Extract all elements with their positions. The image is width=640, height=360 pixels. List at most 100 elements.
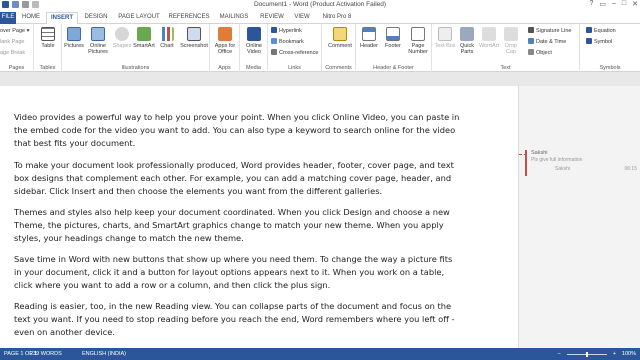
- text-line: click where you want to add a row or a c…: [14, 280, 331, 291]
- online-pictures-icon: [91, 27, 105, 41]
- page-number-button[interactable]: Page Number: [406, 27, 430, 55]
- tab-view[interactable]: VIEW: [290, 12, 314, 24]
- comment-card[interactable]: Sakshi Pls give full information Sakshi …: [525, 150, 637, 176]
- text-line: sidebar. Click Insert and then choose th…: [14, 186, 383, 197]
- group-label-tables: Tables: [39, 65, 56, 71]
- group-text: Text Box Quick Parts WordArt Drop Cap Si…: [432, 24, 580, 72]
- zoom-level[interactable]: 100%: [622, 348, 636, 360]
- online-video-button[interactable]: Online Video: [243, 27, 265, 55]
- text-box-icon: [438, 27, 452, 41]
- group-header-footer: Header Footer Page Number Header & Foote…: [356, 24, 432, 72]
- group-apps: Apps for Office Apps: [210, 24, 240, 72]
- tab-review[interactable]: REVIEW: [256, 12, 288, 24]
- zoom-slider[interactable]: [566, 351, 607, 357]
- text-line: box designs that complement each other. …: [14, 173, 452, 184]
- help-button[interactable]: ?: [589, 0, 593, 8]
- language-indicator[interactable]: ENGLISH (INDIA): [82, 348, 126, 360]
- date-time-button[interactable]: Date & Time: [528, 38, 566, 46]
- symbol-icon: [586, 38, 592, 44]
- paragraph-3[interactable]: Themes and styles also help keep your do…: [14, 206, 512, 245]
- tab-page-layout[interactable]: PAGE LAYOUT: [114, 12, 164, 24]
- quick-parts-button[interactable]: Quick Parts: [456, 27, 478, 55]
- page-break-button[interactable]: age Break: [0, 49, 25, 57]
- apps-for-office-button[interactable]: Apps for Office: [214, 27, 236, 55]
- tab-home[interactable]: HOME: [18, 12, 44, 24]
- wordart-button[interactable]: WordArt: [478, 27, 500, 49]
- tab-design[interactable]: DESIGN: [80, 12, 112, 24]
- chart-icon: [160, 27, 174, 41]
- tab-file[interactable]: FILE: [0, 12, 16, 24]
- hyperlink-button[interactable]: Hyperlink: [271, 27, 302, 35]
- bookmark-label: Bookmark: [279, 39, 304, 45]
- paragraph-1[interactable]: Video provides a powerful way to help yo…: [14, 111, 512, 150]
- paragraph-2[interactable]: To make your document look professionall…: [14, 159, 512, 198]
- table-button[interactable]: Table: [37, 27, 59, 49]
- group-illustrations: Pictures Online Pictures Shapes SmartArt…: [62, 24, 210, 72]
- cover-page-button[interactable]: over Page ▾: [0, 27, 29, 35]
- close-button[interactable]: ✕: [632, 0, 638, 8]
- text-line: Save time in Word with new buttons that …: [14, 254, 453, 264]
- object-button[interactable]: Object: [528, 49, 552, 57]
- header-icon: [362, 27, 376, 41]
- tab-references[interactable]: REFERENCES: [166, 12, 212, 24]
- bookmark-icon: [271, 38, 277, 44]
- date-time-icon: [528, 38, 534, 44]
- window-title: Document1 - Word (Product Activation Fai…: [253, 1, 387, 8]
- group-label-apps: Apps: [218, 65, 231, 71]
- tab-insert[interactable]: INSERT: [46, 12, 78, 24]
- footer-button[interactable]: Footer: [382, 27, 404, 49]
- pictures-button[interactable]: Pictures: [63, 27, 85, 49]
- group-links: Hyperlink Bookmark Cross-reference Links: [268, 24, 322, 72]
- new-comment-button[interactable]: Comment: [326, 27, 354, 49]
- footer-icon: [386, 27, 400, 41]
- page-number-label: Page Number: [408, 43, 428, 55]
- signature-line-button[interactable]: Signature Line: [528, 27, 571, 35]
- zoom-out-button[interactable]: –: [558, 348, 561, 360]
- word-count[interactable]: 239 WORDS: [30, 348, 62, 360]
- maximize-button[interactable]: □: [622, 0, 626, 8]
- group-tables: Table Tables: [34, 24, 62, 72]
- drop-cap-label: Drop Cap: [505, 43, 517, 55]
- ribbon-display-button[interactable]: ▭: [599, 0, 606, 8]
- paragraph-5[interactable]: Reading is easier, too, in the new Readi…: [14, 300, 512, 339]
- cross-reference-label: Cross-reference: [279, 50, 319, 56]
- object-icon: [528, 49, 534, 55]
- minimize-button[interactable]: –: [612, 0, 616, 8]
- cross-reference-button[interactable]: Cross-reference: [271, 49, 318, 57]
- zoom-in-button[interactable]: +: [613, 348, 616, 360]
- header-button[interactable]: Header: [358, 27, 380, 49]
- tab-nitro-pro[interactable]: Nitro Pro 8: [316, 12, 358, 24]
- smartart-button[interactable]: SmartArt: [133, 27, 155, 49]
- footer-label: Footer: [385, 43, 401, 49]
- title-bar: Document1 - Word (Product Activation Fai…: [0, 0, 640, 11]
- chart-button[interactable]: Chart: [156, 27, 178, 49]
- equation-label: Equation: [594, 28, 616, 34]
- comment-text[interactable]: Pls give full information: [531, 157, 637, 163]
- wordart-icon: [482, 27, 496, 41]
- equation-icon: [586, 27, 592, 33]
- symbol-button[interactable]: Symbol: [586, 38, 612, 46]
- shapes-label: Shapes: [112, 43, 132, 49]
- chart-label: Chart: [160, 43, 174, 49]
- zoom-thumb[interactable]: [585, 351, 588, 357]
- tab-mailings[interactable]: MAILINGS: [214, 12, 254, 24]
- text-box-button[interactable]: Text Box: [434, 27, 456, 49]
- bookmark-button[interactable]: Bookmark: [271, 38, 304, 46]
- online-pictures-button[interactable]: Online Pictures: [87, 27, 109, 55]
- hyperlink-icon: [271, 27, 277, 33]
- blank-page-button[interactable]: lank Page: [0, 38, 24, 46]
- group-media: Online Video Media: [240, 24, 268, 72]
- signature-line-icon: [528, 27, 534, 33]
- comment-reply[interactable]: Sakshi 06:15: [555, 166, 637, 172]
- text-line: that best fits your document.: [14, 138, 136, 149]
- text-line: To make your document look professionall…: [14, 160, 454, 170]
- screenshot-button[interactable]: Screenshot: [180, 27, 208, 49]
- paragraph-4[interactable]: Save time in Word with new buttons that …: [14, 253, 512, 292]
- window-controls: ? ▭ – □ ✕: [589, 0, 638, 8]
- group-label-header-footer: Header & Footer: [373, 65, 414, 71]
- drop-cap-button[interactable]: Drop Cap: [500, 27, 522, 55]
- document-page[interactable]: Video provides a powerful way to help yo…: [0, 86, 518, 348]
- text-line: in your document, click it and a button …: [14, 267, 445, 278]
- equation-button[interactable]: Equation: [586, 27, 616, 35]
- shapes-button[interactable]: Shapes: [111, 27, 133, 49]
